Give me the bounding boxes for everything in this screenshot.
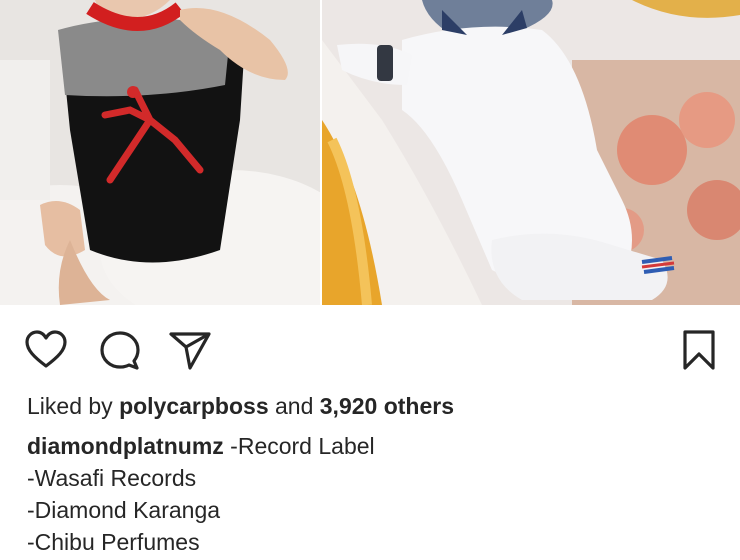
comment-bubble-icon[interactable]	[98, 328, 142, 372]
caption-line: -Chibu Perfumes	[27, 529, 200, 555]
post-photo-left	[0, 0, 320, 305]
caption-line: -Diamond Karanga	[27, 497, 221, 523]
child-black-jersey-illustration	[0, 0, 320, 305]
likes-prefix: Liked by	[27, 393, 113, 419]
likes-others-count[interactable]: 3,920 others	[320, 393, 454, 419]
heart-icon[interactable]	[24, 328, 68, 372]
child-white-outfit-illustration	[322, 0, 740, 305]
caption-first-line: diamondplatnumz -Record Label	[27, 430, 727, 462]
likes-conjunction: and	[275, 393, 314, 419]
bookmark-icon[interactable]	[677, 328, 721, 372]
caption-username[interactable]: diamondplatnumz	[27, 433, 224, 459]
caption-text: -Record Label	[230, 433, 375, 459]
paper-plane-icon[interactable]	[168, 328, 212, 372]
liked-by-username[interactable]: polycarpboss	[119, 393, 269, 419]
post-text-area: Liked by polycarpboss and 3,920 others d…	[27, 390, 727, 558]
post-media-carousel[interactable]	[0, 0, 740, 305]
post-photo-right	[322, 0, 740, 305]
caption-line: -Wasafi Records	[27, 465, 197, 491]
likes-line[interactable]: Liked by polycarpboss and 3,920 others	[27, 390, 727, 422]
